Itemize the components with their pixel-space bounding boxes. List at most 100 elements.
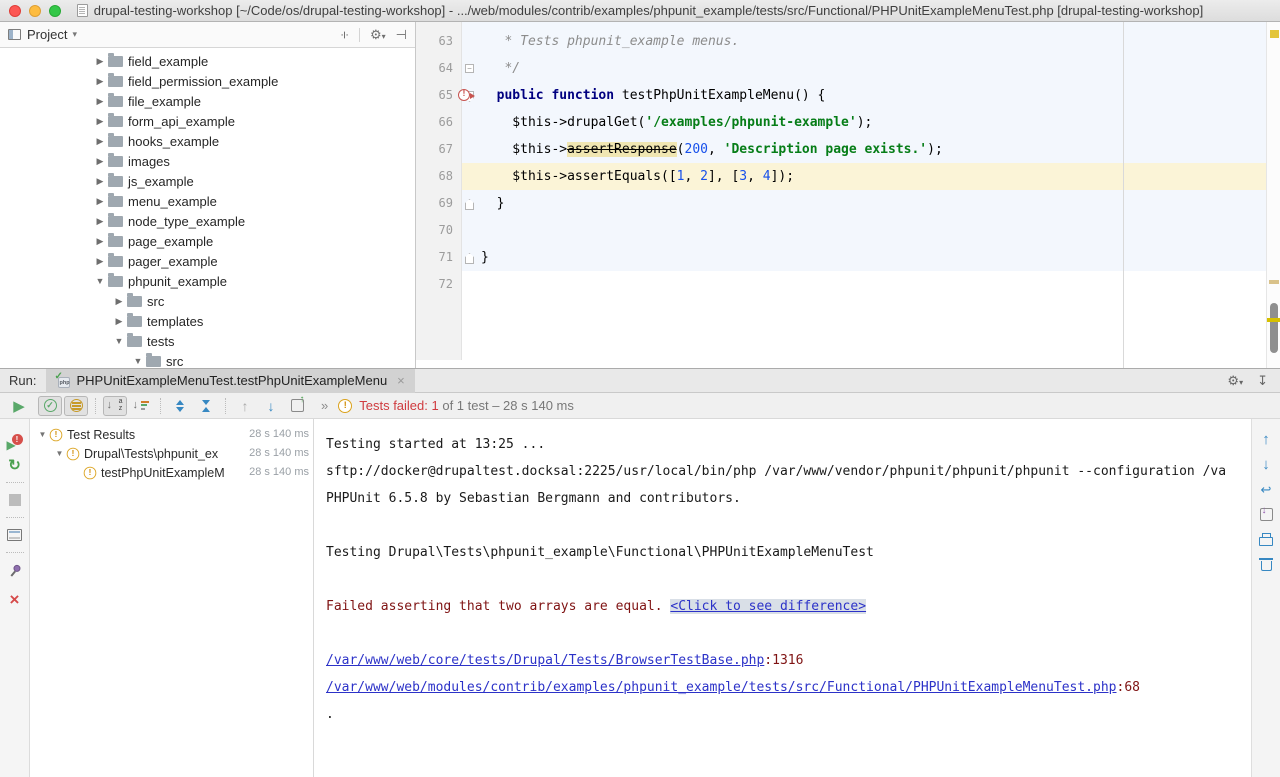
restore-layout-button[interactable] — [0, 523, 29, 547]
fold-marker-icon[interactable] — [465, 199, 474, 210]
project-tree-item[interactable]: ▶field_example — [0, 51, 415, 71]
tree-collapsed-arrow-icon[interactable]: ▶ — [94, 196, 106, 207]
tree-collapsed-arrow-icon[interactable]: ▶ — [94, 56, 106, 67]
fold-marker-icon[interactable]: − — [465, 64, 474, 73]
stripe-warning-mark-2[interactable] — [1267, 318, 1280, 322]
soft-wrap-button[interactable]: ↩ — [1252, 477, 1280, 502]
project-tree-item[interactable]: ▶js_example — [0, 171, 415, 191]
project-tree-item[interactable]: ▶file_example — [0, 91, 415, 111]
scroll-to-end-button[interactable] — [1252, 502, 1280, 527]
project-view-dropdown-icon[interactable]: ▾ — [72, 29, 77, 40]
tree-collapsed-arrow-icon[interactable]: ▶ — [94, 256, 106, 267]
expand-all-button[interactable] — [168, 396, 192, 416]
editor-scrollbar-thumb[interactable] — [1270, 303, 1278, 353]
tree-collapsed-arrow-icon[interactable]: ▶ — [113, 296, 125, 307]
tree-collapsed-arrow-icon[interactable]: ▶ — [94, 236, 106, 247]
editor-line[interactable]: 71} — [416, 244, 1266, 271]
tree-collapsed-arrow-icon[interactable]: ▶ — [94, 156, 106, 167]
test-tree-row[interactable]: !testPhpUnitExampleM28 s 140 ms — [30, 463, 313, 482]
project-tree-item[interactable]: ▼phpunit_example — [0, 271, 415, 291]
rerun-test-button[interactable]: ▶ — [8, 397, 30, 415]
stack-trace-link[interactable]: /var/www/web/modules/contrib/examples/ph… — [326, 680, 1117, 695]
project-tree-item[interactable]: ▶pager_example — [0, 251, 415, 271]
show-passed-toggle[interactable]: ✓ — [38, 396, 62, 416]
project-tree-item[interactable]: ▶src — [0, 291, 415, 311]
project-tree-item[interactable]: ▼src — [0, 351, 415, 368]
next-failed-test-button[interactable]: ↓ — [259, 396, 283, 416]
print-button[interactable] — [1252, 527, 1280, 552]
editor-error-stripe[interactable] — [1266, 22, 1280, 368]
project-tree-item[interactable]: ▶images — [0, 151, 415, 171]
tab-close-icon[interactable]: × — [397, 373, 405, 388]
tree-expanded-arrow-icon[interactable]: ▼ — [94, 276, 106, 286]
tree-expanded-arrow-icon[interactable]: ▼ — [113, 336, 125, 346]
stack-trace-link[interactable]: /var/www/web/core/tests/Drupal/Tests/Bro… — [326, 653, 764, 668]
tree-collapsed-arrow-icon[interactable]: ▶ — [94, 216, 106, 227]
editor-line[interactable]: 65! public function testPhpUnitExampleMe… — [416, 82, 1266, 109]
previous-occurrence-button[interactable]: ↑ — [1252, 427, 1280, 452]
failed-test-gutter-icon[interactable]: ! — [458, 89, 470, 101]
fold-marker-icon[interactable] — [465, 253, 474, 264]
stop-button[interactable] — [0, 488, 29, 512]
project-tree-item[interactable]: ▶form_api_example — [0, 111, 415, 131]
project-tree-item[interactable]: ▶node_type_example — [0, 211, 415, 231]
project-tree-item[interactable]: ▶menu_example — [0, 191, 415, 211]
editor-line[interactable]: 72 — [416, 271, 1266, 298]
editor-line[interactable]: 69 } — [416, 190, 1266, 217]
tree-collapsed-arrow-icon[interactable]: ▶ — [94, 136, 106, 147]
tree-expanded-arrow-icon[interactable]: ▼ — [36, 430, 49, 439]
import-test-results-button[interactable] — [285, 396, 309, 416]
sort-by-duration-button[interactable]: ↓ — [129, 396, 153, 416]
project-tree-item[interactable]: ▶field_permission_example — [0, 71, 415, 91]
editor-line[interactable]: 68 $this->assertEquals([1, 2], [3, 4]); — [416, 163, 1266, 190]
see-difference-link[interactable]: <Click to see difference> — [670, 599, 866, 614]
tree-collapsed-arrow-icon[interactable]: ▶ — [94, 96, 106, 107]
tree-expanded-arrow-icon[interactable]: ▼ — [53, 449, 66, 458]
editor-line[interactable]: 63 * Tests phpunit_example menus. — [416, 28, 1266, 55]
editor-line[interactable]: 70 — [416, 217, 1266, 244]
tree-collapsed-arrow-icon[interactable]: ▶ — [94, 176, 106, 187]
test-tree-row[interactable]: ▼!Drupal\Tests\phpunit_ex28 s 140 ms — [30, 444, 313, 463]
editor-code-area[interactable]: 63 * Tests phpunit_example menus.64− */6… — [416, 22, 1266, 368]
settings-gear-icon[interactable]: ⚙▾ — [370, 28, 386, 41]
close-run-panel-button[interactable]: × — [0, 588, 29, 612]
hide-panel-icon[interactable]: ⊣ — [396, 28, 407, 41]
sort-alphabetically-button[interactable]: ↓az — [103, 396, 127, 416]
project-tree-item[interactable]: ▶hooks_example — [0, 131, 415, 151]
project-tree-item[interactable]: ▶templates — [0, 311, 415, 331]
minimize-window-button[interactable] — [29, 5, 41, 17]
close-window-button[interactable] — [9, 5, 21, 17]
show-ignored-toggle[interactable] — [64, 396, 88, 416]
stripe-deprecated-mark[interactable] — [1269, 280, 1279, 284]
editor-spacer-row — [416, 298, 1266, 360]
folder-icon — [127, 316, 142, 327]
run-configuration-tab[interactable]: php ✓ PHPUnitExampleMenuTest.testPhpUnit… — [46, 369, 414, 393]
editor-line[interactable]: 64− */ — [416, 55, 1266, 82]
stripe-warning-mark[interactable] — [1270, 30, 1279, 38]
rerun-button[interactable]: ↻ — [0, 453, 29, 477]
test-tree-row[interactable]: ▼!Test Results28 s 140 ms — [30, 425, 313, 444]
chevrons-more-icon[interactable]: » — [321, 398, 328, 413]
test-console-output[interactable]: Testing started at 13:25 ...sftp://docke… — [314, 419, 1251, 777]
editor-line[interactable]: 66 $this->drupalGet('/examples/phpunit-e… — [416, 109, 1266, 136]
project-tree-item[interactable]: ▶page_example — [0, 231, 415, 251]
hide-run-panel-icon[interactable]: ↧ — [1257, 374, 1268, 387]
clear-all-button[interactable] — [1252, 552, 1280, 577]
rerun-failed-tests-button[interactable]: ▶! — [0, 429, 29, 453]
zoom-window-button[interactable] — [49, 5, 61, 17]
tree-expanded-arrow-icon[interactable]: ▼ — [132, 356, 144, 366]
previous-failed-test-button[interactable]: ↑ — [233, 396, 257, 416]
code-editor[interactable]: 63 * Tests phpunit_example menus.64− */6… — [416, 22, 1280, 368]
tree-collapsed-arrow-icon[interactable]: ▶ — [94, 116, 106, 127]
collapse-all-button[interactable] — [194, 396, 218, 416]
folder-icon — [108, 96, 123, 107]
tree-collapsed-arrow-icon[interactable]: ▶ — [94, 76, 106, 87]
run-settings-gear-icon[interactable]: ⚙▾ — [1227, 374, 1243, 387]
project-tree-item[interactable]: ▼tests — [0, 331, 415, 351]
collapse-all-icon[interactable]: ÷ — [338, 31, 352, 39]
project-panel-title[interactable]: Project — [27, 27, 67, 42]
pin-tab-button[interactable] — [0, 558, 29, 582]
editor-line[interactable]: 67 $this->assertResponse(200, 'Descripti… — [416, 136, 1266, 163]
next-occurrence-button[interactable]: ↓ — [1252, 452, 1280, 477]
tree-collapsed-arrow-icon[interactable]: ▶ — [113, 316, 125, 327]
